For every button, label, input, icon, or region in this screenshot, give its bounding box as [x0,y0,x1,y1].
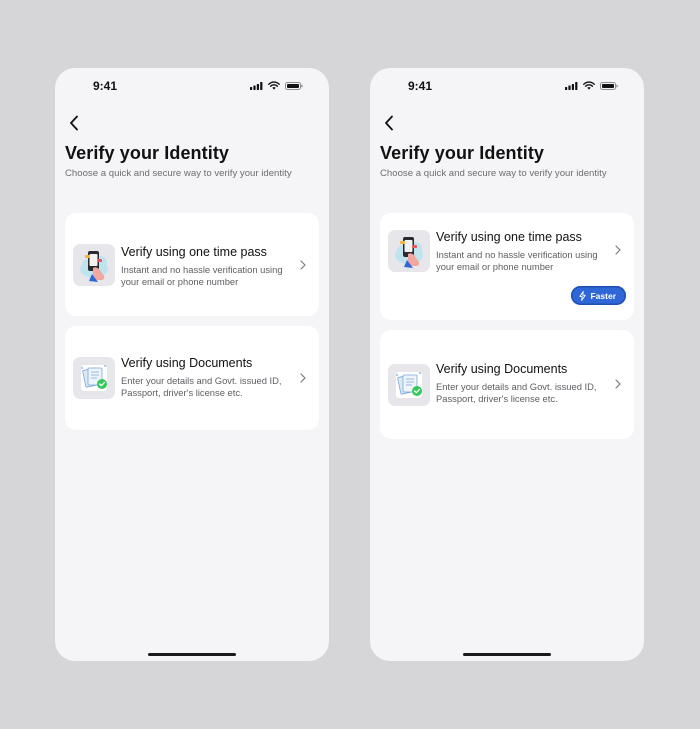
documents-check-icon [388,364,430,406]
chevron-right-icon [613,377,623,391]
option-description: Instant and no hassle verification using… [121,264,283,287]
wifi-icon [583,81,595,90]
chevron-left-icon [70,115,78,131]
home-indicator[interactable] [463,653,551,656]
lightning-icon [579,290,587,301]
battery-icon [285,81,303,90]
status-icons [250,81,303,90]
phone-screen-variant-a: 9:41 Verify your Identity Choose a quick… [55,68,329,661]
chevron-right-icon [613,243,623,257]
option-description: Enter your details and Govt. issued ID, … [121,375,282,398]
option-title: Verify using Documents [121,356,253,370]
option-title: Verify using Documents [436,362,568,376]
faster-badge: Faster [571,286,626,305]
option-description: Instant and no hassle verification using… [436,249,598,272]
option-card-documents[interactable]: Verify using Documents Enter your detail… [380,330,634,439]
chevron-right-icon [298,371,308,385]
phone-hand-icon [73,244,115,286]
status-bar: 9:41 [55,68,329,104]
option-card-documents[interactable]: Verify using Documents Enter your detail… [65,326,319,430]
documents-check-icon [73,357,115,399]
badge-label: Faster [590,290,616,301]
page-title: Verify your Identity [380,143,545,163]
option-title: Verify using one time pass [436,230,582,244]
back-button[interactable] [63,112,85,134]
status-time: 9:41 [93,79,118,93]
status-time: 9:41 [408,79,433,93]
page-title: Verify your Identity [65,143,230,163]
page-subtitle: Choose a quick and secure way to verify … [65,168,292,179]
status-bar: 9:41 [370,68,644,104]
status-icons [565,81,618,90]
chevron-right-icon [298,258,308,272]
option-title: Verify using one time pass [121,245,267,259]
battery-icon [600,81,618,90]
back-button[interactable] [378,112,400,134]
phone-screen-variant-b: 9:41 Verify your Identity Choose a quick… [370,68,644,661]
phone-hand-icon [388,230,430,272]
wifi-icon [268,81,280,90]
option-card-one-time-pass[interactable]: Verify using one time pass Instant and n… [65,213,319,316]
home-indicator[interactable] [148,653,236,656]
option-description: Enter your details and Govt. issued ID, … [436,381,597,404]
signal-icon [250,81,263,90]
page-subtitle: Choose a quick and secure way to verify … [380,168,607,179]
option-card-one-time-pass[interactable]: Verify using one time pass Instant and n… [380,213,634,320]
chevron-left-icon [385,115,393,131]
signal-icon [565,81,578,90]
